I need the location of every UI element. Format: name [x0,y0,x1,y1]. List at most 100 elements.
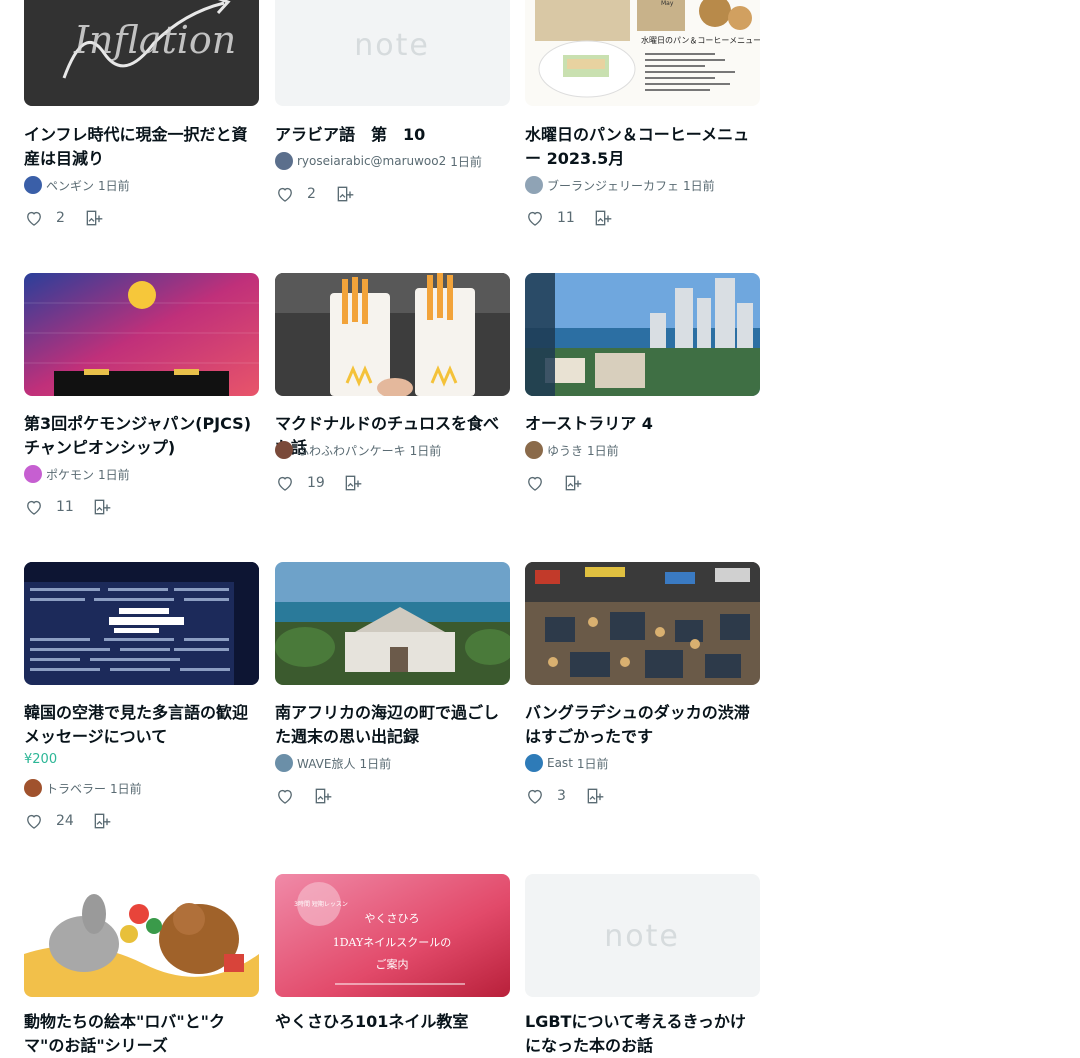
post-time: 1日前 [409,443,442,458]
like-count: 24 [56,813,74,829]
card-creator[interactable]: ふわふわパンケーキ 1日前 [275,441,441,459]
avatar[interactable] [525,754,543,772]
avatar[interactable] [275,152,293,170]
card-creator[interactable]: ペンギン 1日前 [24,176,130,194]
card-thumbnail[interactable]: note [525,874,760,997]
svg-text:1DAYネイルスクールの: 1DAYネイルスクールの [333,936,452,949]
add-to-magazine-button[interactable] [563,473,583,493]
like-count: 11 [56,499,74,515]
avatar[interactable] [275,441,293,459]
avatar[interactable] [24,465,42,483]
svg-text:note: note [604,919,680,954]
post-time: 1日前 [98,467,130,482]
creator-name[interactable]: ポケモン [46,466,94,483]
card-thumbnail[interactable]: Inflation [24,0,259,106]
magazine-add-icon [335,184,355,204]
card-creator[interactable]: ポケモン 1日前 [24,465,130,483]
avatar[interactable] [275,754,293,772]
card-thumbnail[interactable] [525,562,760,685]
like-button[interactable] [525,473,545,493]
card-thumbnail[interactable]: note [275,0,510,106]
svg-text:ご案内: ご案内 [376,957,409,971]
heart-icon [275,473,295,493]
card-thumbnail[interactable] [275,273,510,396]
heart-icon [24,497,44,517]
card-thumbnail[interactable] [24,874,259,997]
card-creator[interactable]: WAVE旅人 1日前 [275,754,391,772]
post-time: 1日前 [98,178,130,193]
svg-text:note: note [354,28,430,63]
heart-icon [525,786,545,806]
card-thumbnail[interactable] [24,273,259,396]
add-to-magazine-button[interactable] [92,497,112,517]
card-creator[interactable]: East 1日前 [525,754,609,772]
like-button[interactable]: 2 [24,208,66,228]
post-time: 1日前 [587,443,619,458]
creator-name[interactable]: ゆうき [547,442,583,459]
card-title[interactable]: アラビア語 第 10 [275,123,510,147]
like-button[interactable]: 19 [275,473,325,493]
heart-icon [24,811,44,831]
like-count: 2 [307,186,316,202]
avatar[interactable] [24,779,42,797]
card-actions [525,471,583,495]
card-title[interactable]: 韓国の空港で見た多言語の歓迎メッセージについて [24,701,259,749]
creator-name[interactable]: ryoseiarabic@maruwoo2 [297,154,446,168]
creator-name[interactable]: ふわふわパンケーキ [297,442,406,459]
svg-text:やくさひろ: やくさひろ [365,912,420,925]
magazine-add-icon [593,208,613,228]
creator-name[interactable]: トラベラー [46,780,106,797]
add-to-magazine-button[interactable] [585,786,605,806]
like-button[interactable]: 11 [24,497,74,517]
card-creator[interactable]: ブーランジェリーカフェ 1日前 [525,176,715,194]
card-actions: 3 [525,784,605,808]
card-actions: 2 [275,182,355,206]
post-time: 1日前 [110,781,142,796]
creator-name[interactable]: WAVE旅人 [297,755,355,772]
post-time: 1日前 [683,178,715,193]
like-button[interactable] [275,786,295,806]
add-to-magazine-button[interactable] [84,208,104,228]
like-button[interactable]: 11 [525,208,575,228]
magazine-add-icon [585,786,605,806]
add-to-magazine-button[interactable] [92,811,112,831]
add-to-magazine-button[interactable] [593,208,613,228]
avatar[interactable] [525,176,543,194]
creator-name[interactable]: ペンギン [46,177,94,194]
creator-name[interactable]: East [547,756,573,770]
svg-text:Inflation: Inflation [73,18,236,62]
card-title[interactable]: LGBTについて考えるきっかけになった本のお話 [525,1010,760,1058]
creator-name[interactable]: ブーランジェリーカフェ [547,177,679,194]
card-title[interactable]: インフレ時代に現金一択だと資産は目減り [24,123,259,171]
card-title[interactable]: オーストラリア 4 [525,412,760,436]
magazine-add-icon [92,811,112,831]
card-actions [275,784,333,808]
card-title[interactable]: やくさひろ101ネイル教室 [275,1010,510,1034]
card-title[interactable]: 水曜日のパン＆コーヒーメニュー 2023.5月 [525,123,760,171]
magazine-add-icon [563,473,583,493]
svg-text:3時間 短期レッスン: 3時間 短期レッスン [294,900,348,908]
avatar[interactable] [24,176,42,194]
card-title[interactable]: 南アフリカの海辺の町で過ごした週末の思い出記録 [275,701,510,749]
card-thumbnail[interactable] [24,562,259,685]
avatar[interactable] [525,441,543,459]
post-time: 1日前 [450,154,482,169]
card-thumbnail[interactable] [525,273,760,396]
like-button[interactable]: 24 [24,811,74,831]
like-button[interactable]: 3 [525,786,567,806]
card-thumbnail[interactable]: やくさひろ 1DAYネイルスクールの ご案内 3時間 短期レッスン [275,874,510,997]
card-creator[interactable]: トラベラー 1日前 [24,779,142,797]
card-title[interactable]: 動物たちの絵本"ロバ"と"クマ"のお話"シリーズ [24,1010,259,1058]
add-to-magazine-button[interactable] [313,786,333,806]
card-thumbnail[interactable]: May 水曜日のパン＆コーヒーメニュー [525,0,760,106]
add-to-magazine-button[interactable] [335,184,355,204]
card-actions: 19 [275,471,363,495]
like-button[interactable]: 2 [275,184,317,204]
card-thumbnail[interactable] [275,562,510,685]
card-creator[interactable]: ryoseiarabic@maruwoo2 1日前 [275,152,482,170]
heart-icon [275,786,295,806]
card-title[interactable]: バングラデシュのダッカの渋滞はすごかったです [525,701,760,749]
card-creator[interactable]: ゆうき 1日前 [525,441,619,459]
card-title[interactable]: 第3回ポケモンジャパン(PJCS)チャンピオンシップ) [24,412,259,460]
add-to-magazine-button[interactable] [343,473,363,493]
